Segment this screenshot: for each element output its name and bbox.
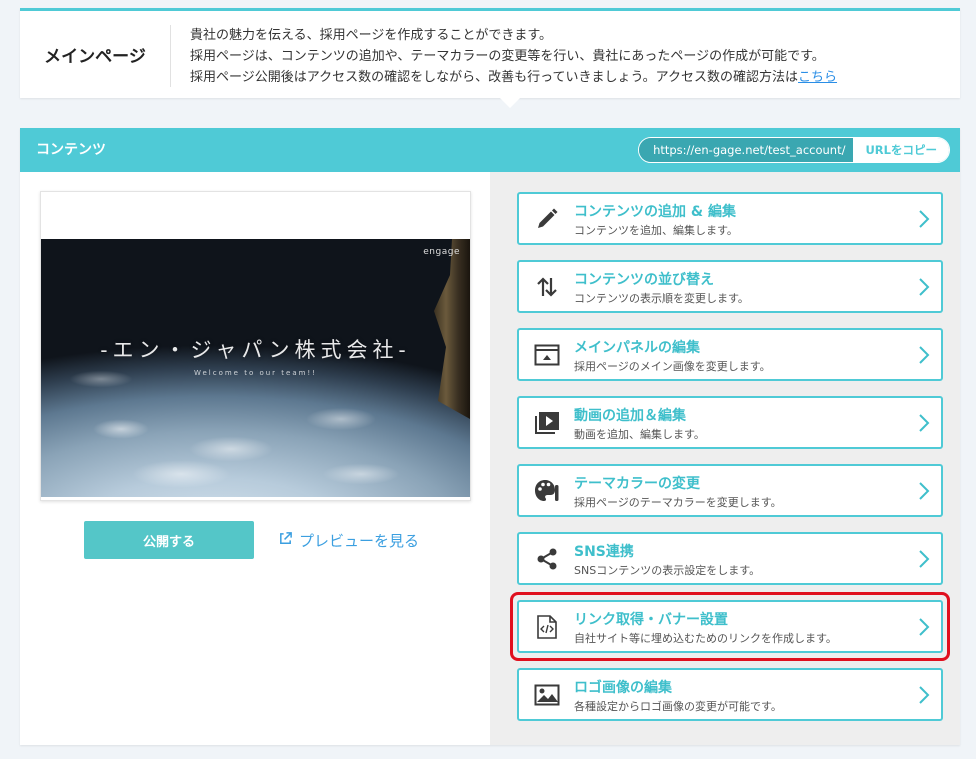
page-description: 貴社の魅力を伝える、採用ページを作成することができます。 採用ページは、コンテン… — [190, 25, 950, 88]
description-line-3-text: 採用ページ公開後はアクセス数の確認をしながら、改善も行っていきましょう。アクセス… — [190, 70, 799, 85]
pencil-icon — [534, 207, 560, 231]
chevron-right-icon — [919, 346, 930, 364]
palette-icon — [534, 479, 560, 503]
menu-item-reorder-content[interactable]: コンテンツの並び替え コンテンツの表示順を変更します。 — [517, 260, 943, 313]
menu-item-add-edit-content[interactable]: コンテンツの追加 & 編集 コンテンツを追加、編集します。 — [517, 192, 943, 245]
menu-item-desc: SNSコンテンツの表示設定をします。 — [574, 564, 761, 577]
description-line-3: 採用ページ公開後はアクセス数の確認をしながら、改善も行っていきましょう。アクセス… — [190, 67, 950, 88]
menu-item-title: コンテンツの並び替え — [574, 272, 714, 288]
chevron-right-icon — [919, 414, 930, 432]
menu-item-theme-color[interactable]: テーマカラーの変更 採用ページのテーマカラーを変更します。 — [517, 464, 943, 517]
menu-item-title: テーマカラーの変更 — [574, 476, 700, 492]
chevron-right-icon — [919, 482, 930, 500]
menu-item-title: 動画の追加＆編集 — [574, 408, 686, 424]
menu-item-sns[interactable]: SNS連携 SNSコンテンツの表示設定をします。 — [517, 532, 943, 585]
menu-item-desc: コンテンツの表示順を変更します。 — [574, 292, 749, 305]
image-icon — [534, 683, 560, 707]
highlight-annotation — [510, 592, 950, 661]
menu-item-logo-image[interactable]: ロゴ画像の編集 各種設定からロゴ画像の変更が可能です。 — [517, 668, 943, 721]
menu-item-main-panel[interactable]: メインパネルの編集 採用ページのメイン画像を変更します。 — [517, 328, 943, 381]
menu-item-desc: 採用ページのテーマカラーを変更します。 — [574, 496, 782, 509]
preview-logo: engage — [423, 247, 460, 257]
url-pill: https://en-gage.net/test_account/ URLをコピ… — [638, 137, 950, 163]
external-link-icon — [278, 531, 293, 550]
panel-title: コンテンツ — [36, 142, 106, 158]
preview-subtitle: Welcome to our team!! — [193, 369, 318, 377]
description-line-2: 採用ページは、コンテンツの追加や、テーマカラーの変更等を行い、貴社にあったページ… — [190, 49, 825, 64]
menu-item-title: ロゴ画像の編集 — [574, 680, 672, 696]
page-url: https://en-gage.net/test_account/ — [639, 138, 854, 162]
panel-header: コンテンツ https://en-gage.net/test_account/ … — [20, 128, 960, 172]
space-station-graphic — [434, 239, 470, 419]
menu-item-title: コンテンツの追加 & 編集 — [574, 204, 736, 220]
video-play-icon — [534, 411, 560, 435]
main-panel-image: engage -エン・ジャパン株式会社- Welcome to our team… — [41, 239, 470, 497]
menu-item-title: メインパネルの編集 — [574, 340, 700, 356]
preview-link[interactable]: プレビューを見る — [278, 528, 419, 552]
chevron-right-icon — [919, 278, 930, 296]
copy-url-button[interactable]: URLをコピー — [853, 138, 949, 162]
menu-item-desc: 動画を追加、編集します。 — [574, 428, 705, 441]
page-title: メインページ — [44, 47, 146, 67]
publish-button[interactable]: 公開する — [84, 521, 254, 559]
chevron-right-icon — [919, 686, 930, 704]
access-help-link[interactable]: こちら — [798, 70, 837, 85]
menu-item-desc: 各種設定からロゴ画像の変更が可能です。 — [574, 700, 782, 713]
menu-item-desc: 採用ページのメイン画像を変更します。 — [574, 360, 771, 373]
panel-image-icon — [534, 343, 560, 367]
sort-arrows-icon — [534, 275, 560, 299]
info-divider — [170, 25, 171, 87]
chevron-right-icon — [919, 210, 930, 228]
preview-company-name: -エン・ジャパン株式会社- — [100, 338, 411, 362]
share-icon — [534, 547, 560, 571]
preview-link-label: プレビューを見る — [299, 531, 420, 550]
description-line-1: 貴社の魅力を伝える、採用ページを作成することができます。 — [190, 28, 553, 43]
menu-item-desc: コンテンツを追加、編集します。 — [574, 224, 738, 237]
page-info-box: メインページ 貴社の魅力を伝える、採用ページを作成することができます。 採用ペー… — [20, 8, 960, 108]
menu-item-video[interactable]: 動画の追加＆編集 動画を追加、編集します。 — [517, 396, 943, 449]
page-preview: engage -エン・ジャパン株式会社- Welcome to our team… — [40, 191, 471, 501]
chevron-right-icon — [919, 550, 930, 568]
menu-item-title: SNS連携 — [574, 544, 634, 560]
contents-panel: コンテンツ https://en-gage.net/test_account/ … — [20, 128, 960, 745]
